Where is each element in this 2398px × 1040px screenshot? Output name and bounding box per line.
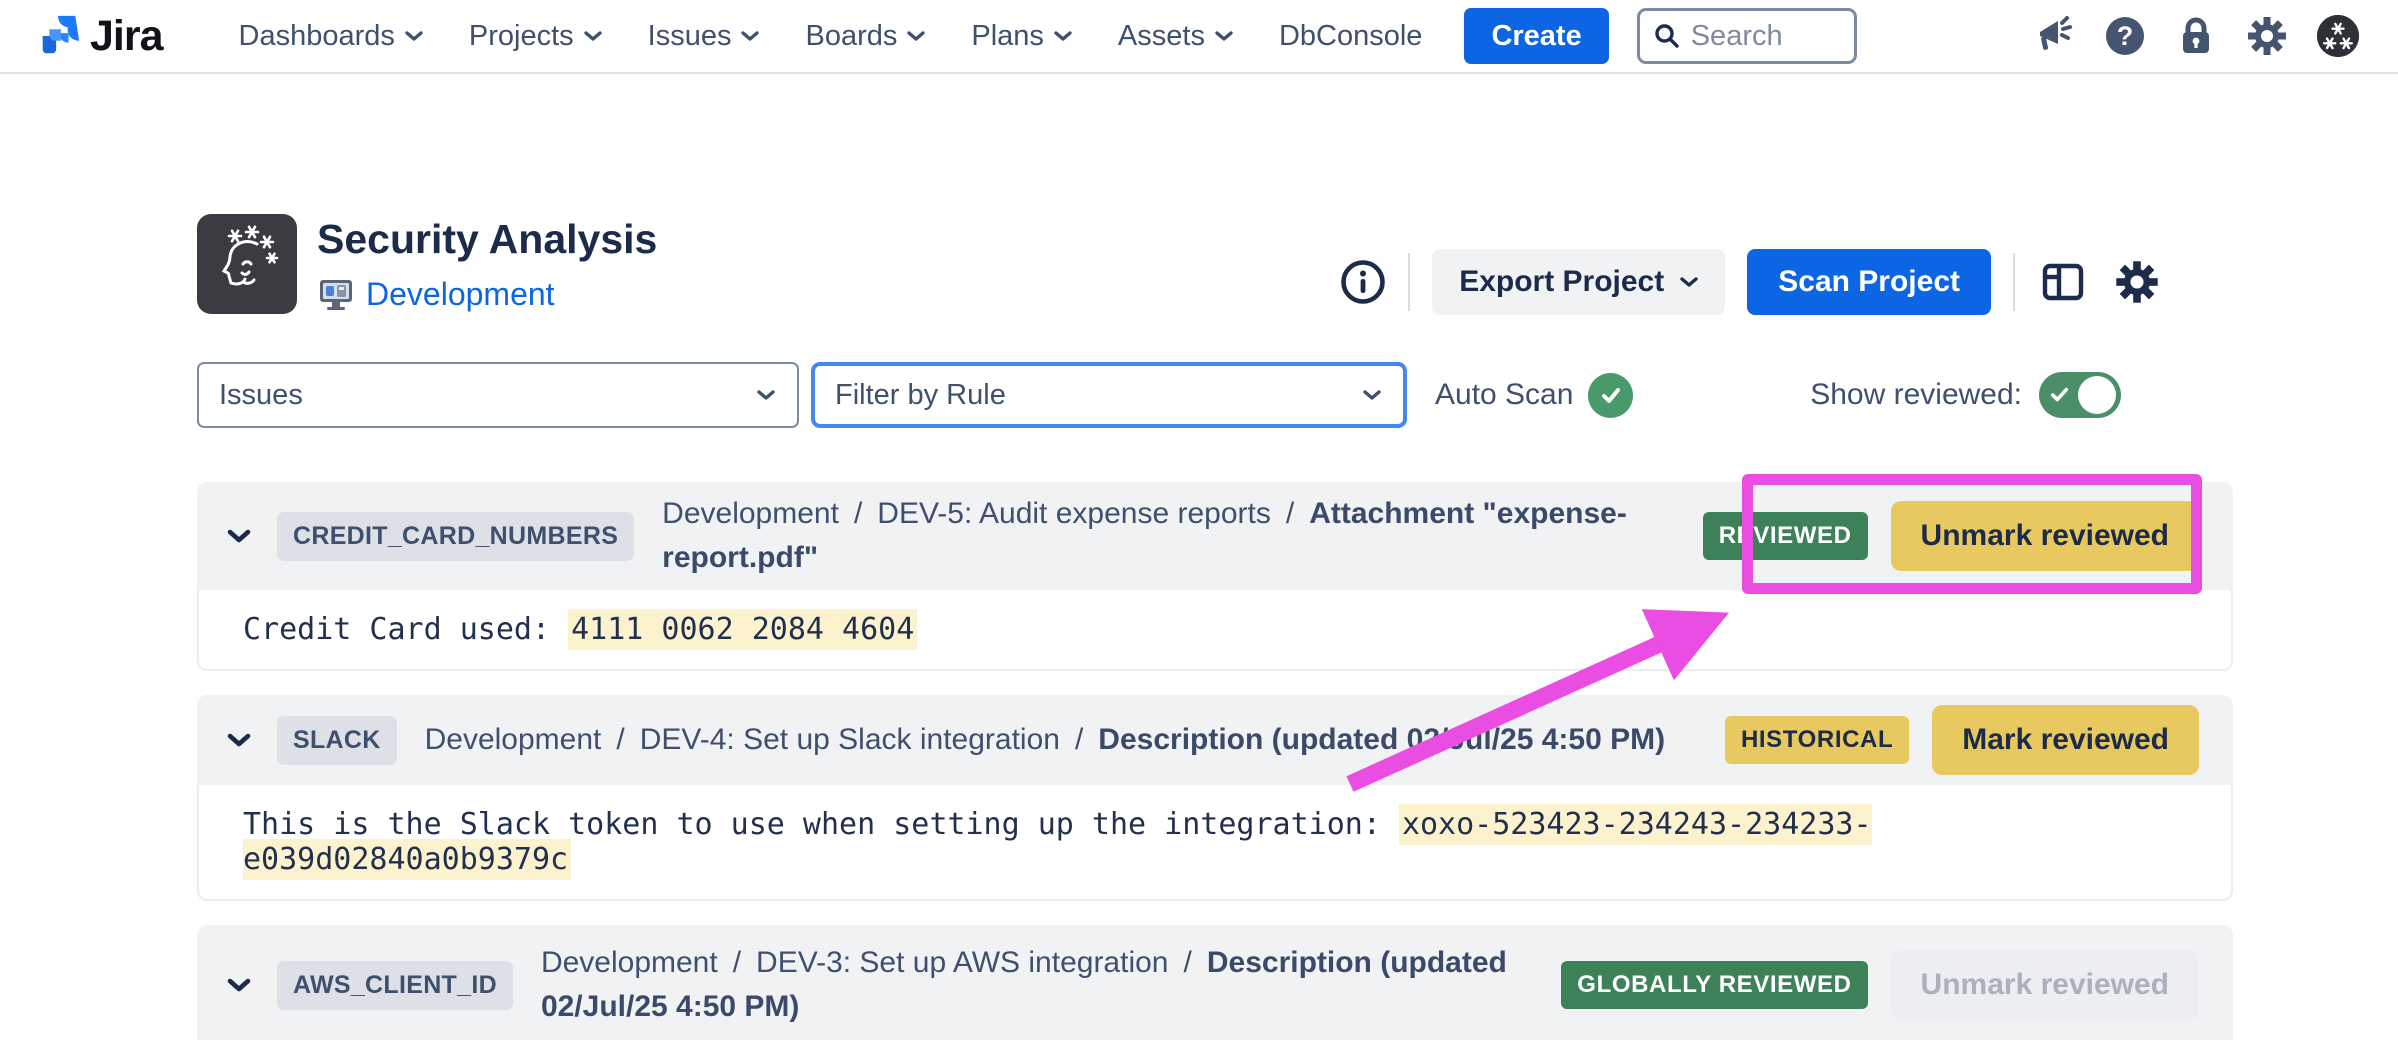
project-header: Security Analysis Development — [197, 214, 2233, 316]
finding-card-slack: SLACK Development/DEV-4: Set up Slack in… — [197, 695, 2233, 901]
collapse-chevron-icon[interactable] — [227, 528, 251, 544]
chevron-down-icon — [741, 30, 759, 42]
user-avatar[interactable] — [2316, 14, 2360, 58]
status-badge: REVIEWED — [1703, 512, 1868, 560]
scan-project-button[interactable]: Scan Project — [1747, 249, 1991, 315]
divider — [1408, 253, 1410, 311]
help-icon[interactable]: ? — [2103, 14, 2147, 58]
finding-header[interactable]: CREDIT_CARD_NUMBERS Development/DEV-5: A… — [197, 482, 2233, 590]
nav-dbconsole[interactable]: DbConsole — [1279, 20, 1422, 53]
filter-bar: Issues Filter by Rule Auto Scan Show rev… — [197, 362, 2233, 428]
nav-issues[interactable]: Issues — [648, 20, 760, 53]
project-avatar — [197, 214, 297, 314]
search-input[interactable] — [1691, 20, 1841, 53]
nav-plans[interactable]: Plans — [971, 20, 1072, 53]
issue-type-select[interactable]: Issues — [197, 362, 799, 428]
status-badge: GLOBALLY REVIEWED — [1561, 961, 1867, 1009]
divider — [2013, 253, 2015, 311]
megaphone-icon[interactable] — [2032, 14, 2076, 58]
lock-icon[interactable] — [2174, 14, 2218, 58]
search-icon — [1653, 22, 1681, 50]
unmark-reviewed-button[interactable]: Unmark reviewed — [1891, 501, 2199, 571]
status-badge: HISTORICAL — [1725, 716, 1909, 764]
detected-secret: 4111 0062 2084 4604 — [568, 609, 917, 650]
rule-badge: AWS_CLIENT_ID — [277, 961, 513, 1010]
show-reviewed-toggle[interactable] — [2039, 372, 2121, 418]
auto-scan-status: Auto Scan — [1435, 373, 1633, 418]
breadcrumb: Development/DEV-4: Set up Slack integrat… — [425, 718, 1686, 762]
check-circle-icon — [1588, 373, 1633, 418]
finding-header[interactable]: AWS_CLIENT_ID Development/DEV-3: Set up … — [197, 925, 2233, 1040]
nav-projects[interactable]: Projects — [469, 20, 602, 53]
jira-logo[interactable]: Jira — [36, 12, 163, 61]
breadcrumb: Development/DEV-5: Audit expense reports… — [662, 492, 1703, 580]
finding-card-aws: AWS_CLIENT_ID Development/DEV-3: Set up … — [197, 925, 2233, 1040]
breadcrumb: Development/DEV-3: Set up AWS integratio… — [541, 941, 1561, 1029]
chevron-down-icon — [584, 30, 602, 42]
finding-content: Credit Card used: 4111 0062 2084 4604 — [197, 590, 2233, 671]
collapse-chevron-icon[interactable] — [227, 732, 251, 748]
create-button[interactable]: Create — [1464, 8, 1608, 64]
export-project-button[interactable]: Export Project — [1432, 249, 1725, 315]
chevron-down-icon — [1054, 30, 1072, 42]
sidebar-layout-icon[interactable] — [2037, 256, 2089, 308]
project-settings-gear-icon[interactable] — [2111, 256, 2163, 308]
global-search[interactable] — [1637, 8, 1857, 64]
unmark-reviewed-button-disabled: Unmark reviewed — [1891, 950, 2199, 1020]
jira-logo-icon — [36, 13, 82, 59]
chevron-down-icon — [1680, 276, 1698, 288]
svg-text:?: ? — [2117, 21, 2134, 51]
nav-icon-cluster: ? — [2032, 14, 2360, 58]
chevron-down-icon — [757, 389, 775, 401]
top-navigation: Jira Dashboards Projects Issues Boards P… — [0, 0, 2398, 74]
rule-badge: SLACK — [277, 716, 397, 765]
nav-boards[interactable]: Boards — [805, 20, 925, 53]
nav-assets[interactable]: Assets — [1118, 20, 1233, 53]
chevron-down-icon — [1363, 389, 1381, 401]
finding-card-credit-card: CREDIT_CARD_NUMBERS Development/DEV-5: A… — [197, 482, 2233, 671]
chevron-down-icon — [907, 30, 925, 42]
finding-header[interactable]: SLACK Development/DEV-4: Set up Slack in… — [197, 695, 2233, 785]
toggle-knob — [2078, 376, 2116, 414]
finding-content: This is the Slack token to use when sett… — [197, 785, 2233, 901]
findings-list: CREDIT_CARD_NUMBERS Development/DEV-5: A… — [197, 482, 2233, 1040]
chevron-down-icon — [405, 30, 423, 42]
chevron-down-icon — [1215, 30, 1233, 42]
show-reviewed-label: Show reviewed: — [1810, 378, 2022, 412]
collapse-chevron-icon[interactable] — [227, 977, 251, 993]
brand-name: Jira — [90, 12, 163, 61]
page-title: Security Analysis — [317, 216, 657, 263]
mark-reviewed-button[interactable]: Mark reviewed — [1932, 705, 2199, 775]
monitor-icon — [317, 275, 355, 313]
project-breadcrumb-link[interactable]: Development — [366, 276, 555, 313]
nav-dashboards[interactable]: Dashboards — [239, 20, 423, 53]
gear-icon[interactable] — [2245, 14, 2289, 58]
rule-badge: CREDIT_CARD_NUMBERS — [277, 512, 634, 561]
info-icon[interactable] — [1340, 259, 1386, 305]
filter-by-rule-select[interactable]: Filter by Rule — [811, 362, 1407, 428]
